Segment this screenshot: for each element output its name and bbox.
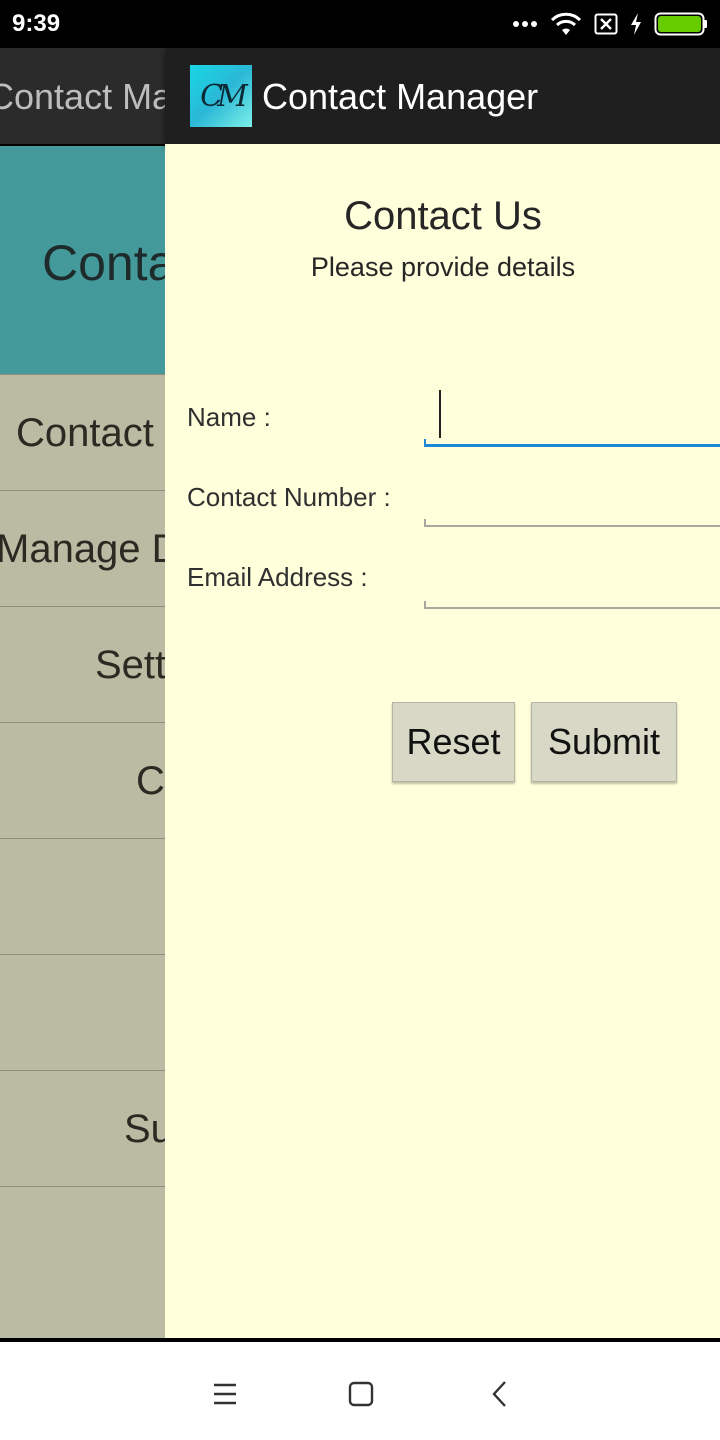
email-address-underline bbox=[424, 601, 720, 609]
battery-icon bbox=[654, 12, 707, 36]
status-bar: 9:39 bbox=[0, 0, 720, 48]
form-title: Contact Us bbox=[344, 194, 542, 238]
email-address-input[interactable] bbox=[424, 548, 720, 604]
name-label: Name : bbox=[187, 402, 271, 432]
contact-form: Contact Us Please provide details Name :… bbox=[165, 144, 720, 1338]
text-cursor bbox=[439, 390, 441, 438]
navigation-bar bbox=[0, 1338, 720, 1440]
reset-button[interactable]: Reset bbox=[392, 702, 515, 782]
contact-number-underline bbox=[424, 519, 720, 527]
menu-icon[interactable] bbox=[205, 1374, 245, 1414]
contact-number-label: Contact Number : bbox=[187, 482, 391, 512]
home-icon[interactable] bbox=[341, 1374, 381, 1414]
name-input-underline bbox=[424, 439, 720, 447]
status-icons bbox=[512, 8, 708, 40]
app-logo: CM bbox=[190, 65, 252, 127]
status-time: 9:39 bbox=[12, 10, 61, 37]
no-sim-icon bbox=[594, 13, 618, 35]
name-input[interactable] bbox=[424, 386, 720, 442]
contact-number-input[interactable] bbox=[424, 466, 720, 522]
submit-button[interactable]: Submit bbox=[531, 702, 677, 782]
charging-icon bbox=[631, 13, 641, 35]
app-title: Contact Manager bbox=[262, 76, 539, 117]
back-icon[interactable] bbox=[480, 1374, 520, 1414]
contact-panel: CM Contact Manager Contact Us Please pro… bbox=[165, 48, 720, 1338]
app-bar: CM Contact Manager bbox=[165, 48, 720, 144]
email-address-label: Email Address : bbox=[187, 562, 368, 592]
wifi-icon bbox=[550, 12, 582, 35]
more-dots-icon bbox=[513, 21, 537, 27]
form-subtitle: Please provide details bbox=[310, 252, 576, 282]
